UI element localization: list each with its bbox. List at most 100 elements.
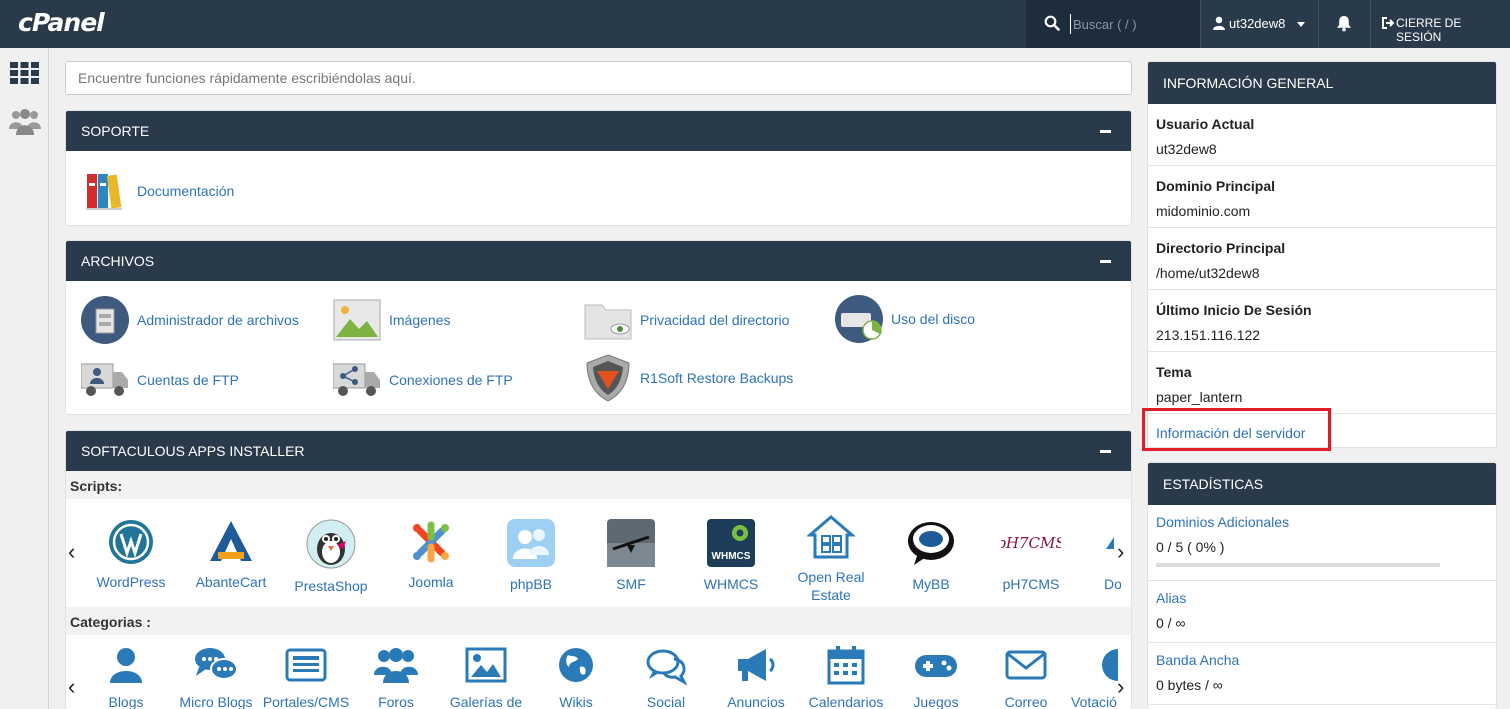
app-label: AbanteCart [195,574,267,590]
category-label: Micro Blogs [179,694,253,709]
category-social[interactable]: Social [616,645,716,709]
stat-label: Dominios Adicionales [1156,514,1290,530]
logout-button[interactable]: CIERRE DE SESIÓN [1370,0,1510,48]
feature-ftp-connections[interactable]: Conexiones de FTP [333,356,513,404]
categories-prev-arrow[interactable]: ‹ [68,674,75,700]
app-joomla[interactable]: Joomla [381,519,481,591]
category-wikis[interactable]: Wikis [526,645,626,709]
comments-icon [646,649,688,685]
app-label: Open Real Estate [797,569,865,603]
feature-label: R1Soft Restore Backups [640,370,794,386]
category-label: Wikis [559,694,593,709]
softaculous-panel-header[interactable]: SOFTACULOUS APPS INSTALLER [66,431,1131,471]
mybb-icon [908,522,954,565]
feature-directory-privacy[interactable]: Privacidad del directorio [584,296,789,344]
category-blogs[interactable]: Blogs [76,645,176,709]
collapse-icon[interactable] [1100,450,1111,453]
calendar-icon [827,646,865,685]
users-icon[interactable] [9,108,41,136]
collapse-icon[interactable] [1100,130,1111,133]
feature-disk-usage[interactable]: Uso del disco [835,295,975,343]
quick-find-input[interactable] [65,61,1132,95]
app-label: MyBB [912,576,950,592]
category-label: Galerías de [449,694,523,709]
folder-eye-icon [584,296,632,344]
soporte-panel-header[interactable]: SOPORTE [66,111,1131,151]
app-label: WHMCS [703,576,759,592]
category-label: Juegos [913,694,959,709]
category-label: Foros [378,694,414,709]
app-mybb[interactable]: MyBB [881,519,981,593]
category-micro-blogs[interactable]: Micro Blogs [166,645,266,709]
category-mail[interactable]: Correo [976,645,1076,709]
info-label: Tema [1156,364,1192,380]
stats-header: ESTADÍSTICAS [1148,463,1496,505]
feature-ftp-accounts[interactable]: Cuentas de FTP [81,356,239,404]
app-whmcs[interactable]: WHMCS WHMCS [681,519,781,593]
header-search-input[interactable] [1070,14,1190,34]
joomla-icon [413,521,449,563]
category-forums[interactable]: Foros [346,645,446,709]
feature-documentacion[interactable]: Documentación [81,167,234,215]
feature-label: Privacidad del directorio [640,312,790,328]
stat-bandwidth[interactable]: Banda Ancha 0 bytes / ∞ [1148,643,1496,705]
app-wordpress[interactable]: WordPress [81,519,181,591]
app-ph7cms[interactable]: pH7CMS pH7CMS [981,519,1081,593]
ph7cms-icon: pH7CMS [1001,534,1061,552]
username-label: ut32dew8 [1229,16,1286,31]
whmcs-icon: WHMCS [707,519,755,567]
category-ads[interactable]: Anuncios [706,645,806,709]
feature-label: Administrador de archivos [137,312,299,328]
header-search[interactable] [1026,0,1200,48]
stat-aliases[interactable]: Alias 0 / ∞ [1148,581,1496,643]
archivos-panel-header[interactable]: ARCHIVOS [66,241,1131,281]
notifications-button[interactable] [1318,0,1370,48]
image-icon [333,296,381,344]
group-icon [374,648,418,683]
info-home-directory: Directorio Principal/home/ut32dew8 [1148,228,1496,290]
grid-icon[interactable] [10,62,39,84]
feature-label: Cuentas de FTP [137,372,239,388]
house-icon [807,515,855,559]
phpbb-icon [507,519,555,567]
app-phpbb[interactable]: phpBB [481,519,581,593]
top-navbar: cPanel ut32dew8 CIERRE DE SESIÓN [0,0,1510,48]
category-polls[interactable]: Votació [1071,645,1121,709]
app-smf[interactable]: SMF [581,519,681,593]
info-value: ut32dew8 [1156,141,1217,157]
info-value: midominio.com [1156,203,1251,219]
info-primary-domain: Dominio Principal midominio.com [1148,166,1496,228]
wordpress-icon [109,520,153,564]
picture-icon [465,647,507,683]
whmcs-icon-text: WHMCS [712,551,751,562]
scripts-subheader: Scripts: [66,471,1131,499]
app-label: SMF [616,576,646,592]
chevron-down-icon [1297,22,1305,27]
collapse-icon[interactable] [1100,260,1111,263]
category-label: Anuncios [727,694,785,709]
newspaper-icon [285,648,327,682]
highlight-box [1142,408,1331,451]
app-prestashop[interactable]: PrestaShop [281,519,381,595]
category-galleries[interactable]: Galerías de [436,645,536,709]
app-label: Joomla [408,574,454,590]
scripts-prev-arrow[interactable]: ‹ [68,539,75,565]
feature-file-manager[interactable]: Administrador de archivos [81,296,299,344]
category-label: Blogs [108,694,144,709]
category-portals-cms[interactable]: Portales/CMS [256,645,356,709]
prestashop-icon [306,519,356,569]
category-games[interactable]: Juegos [886,645,986,709]
category-calendars[interactable]: Calendarios [796,645,896,709]
feature-r1soft-backups[interactable]: R1Soft Restore Backups [584,354,793,402]
cpanel-logo[interactable]: cPanel [18,8,105,37]
feature-images[interactable]: Imágenes [333,296,450,344]
stat-addon-domains[interactable]: Dominios Adicionales 0 / 5 ( 0% ) [1148,505,1496,581]
feature-label: Uso del disco [891,311,976,327]
books-icon [81,167,129,215]
app-partial[interactable]: Do [1081,519,1121,593]
app-label: Do [1104,576,1121,592]
file-manager-icon [81,296,129,344]
app-open-real-estate[interactable]: Open Real Estate [781,514,881,604]
user-menu[interactable]: ut32dew8 [1200,0,1318,48]
app-abantecart[interactable]: AbanteCart [181,519,281,591]
